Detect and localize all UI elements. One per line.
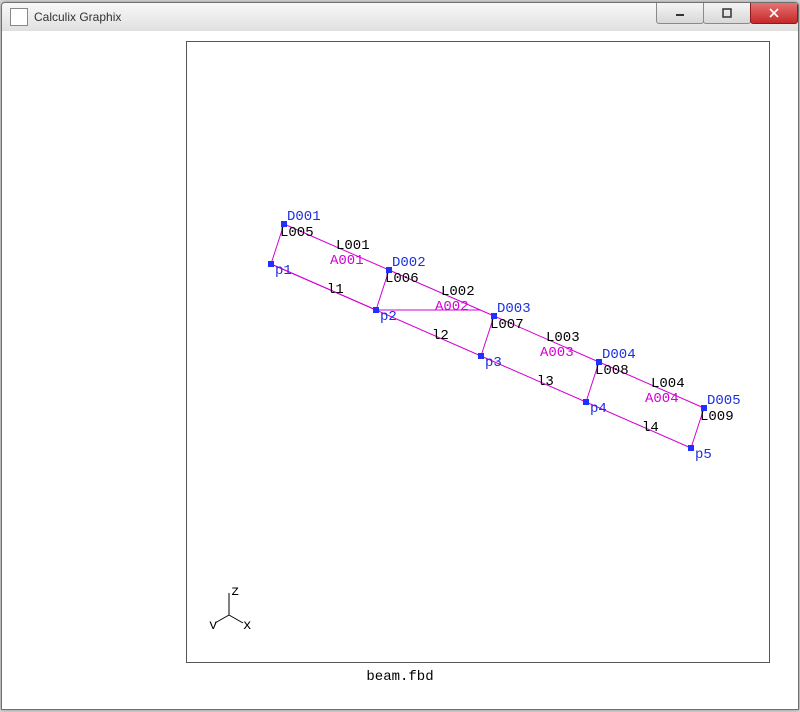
node-bot-4[interactable] <box>583 399 589 405</box>
label-node-top-5: D005 <box>707 393 741 409</box>
label-topedge-4: L004 <box>651 376 685 392</box>
close-button[interactable] <box>750 2 798 24</box>
label-topedge-3: L003 <box>546 330 580 346</box>
label-node-bot-3: p3 <box>485 355 502 371</box>
label-node-bot-2: p2 <box>380 309 397 325</box>
maximize-icon <box>722 8 732 18</box>
axis-x-label: x <box>243 618 251 629</box>
axis-indicator: z y x <box>209 585 259 632</box>
label-topedge-2: L002 <box>441 284 475 300</box>
label-area-1: A001 <box>330 253 364 269</box>
label-node-top-2: D002 <box>392 255 426 271</box>
minimize-button[interactable] <box>656 2 704 24</box>
label-botedge-2: l2 <box>432 328 449 344</box>
close-icon <box>769 8 779 18</box>
label-node-bot-1: p1 <box>275 263 292 279</box>
app-icon <box>10 8 28 26</box>
label-topedge-1: L001 <box>336 238 370 254</box>
titlebar[interactable]: Calculix Graphix <box>2 3 798 32</box>
label-botedge-2: l3 <box>537 374 554 390</box>
label-node-top-1: D001 <box>287 209 321 225</box>
label-area-2: A002 <box>435 299 469 315</box>
label-botedge-4: l4 <box>642 420 659 436</box>
label-vert-5: L009 <box>700 409 734 425</box>
axis-y-label: y <box>209 618 217 629</box>
maximize-button[interactable] <box>703 2 751 24</box>
model-canvas[interactable]: D001 D002 D003 D004 D005 L005 L006 L007 … <box>187 42 769 662</box>
label-vert-1: L005 <box>280 225 314 241</box>
label-vert-2: L006 <box>385 271 419 287</box>
plot-frame[interactable]: D001 D002 D003 D004 D005 L005 L006 L007 … <box>186 41 770 663</box>
app-window: Calculix Graphix <box>1 2 799 710</box>
filename-label: beam.fbd <box>2 669 798 685</box>
label-node-top-3: D003 <box>497 301 531 317</box>
label-node-bot-4: p4 <box>590 401 607 417</box>
node-bot-3[interactable] <box>478 353 484 359</box>
window-title: Calculix Graphix <box>34 10 657 24</box>
label-node-bot-5: p5 <box>695 447 712 463</box>
label-botedge-1: l1 <box>327 282 344 298</box>
label-node-top-4: D004 <box>602 347 636 363</box>
client-area: D001 D002 D003 D004 D005 L005 L006 L007 … <box>2 31 798 709</box>
label-vert-3: L007 <box>490 317 524 333</box>
minimize-icon <box>675 8 685 18</box>
node-bot-1[interactable] <box>268 261 274 267</box>
label-area-4: A004 <box>645 391 679 407</box>
node-bot-5[interactable] <box>688 445 694 451</box>
label-area-3: A003 <box>540 345 574 361</box>
node-bot-2[interactable] <box>373 307 379 313</box>
label-vert-4: L008 <box>595 363 629 379</box>
axis-z-label: z <box>231 585 239 600</box>
